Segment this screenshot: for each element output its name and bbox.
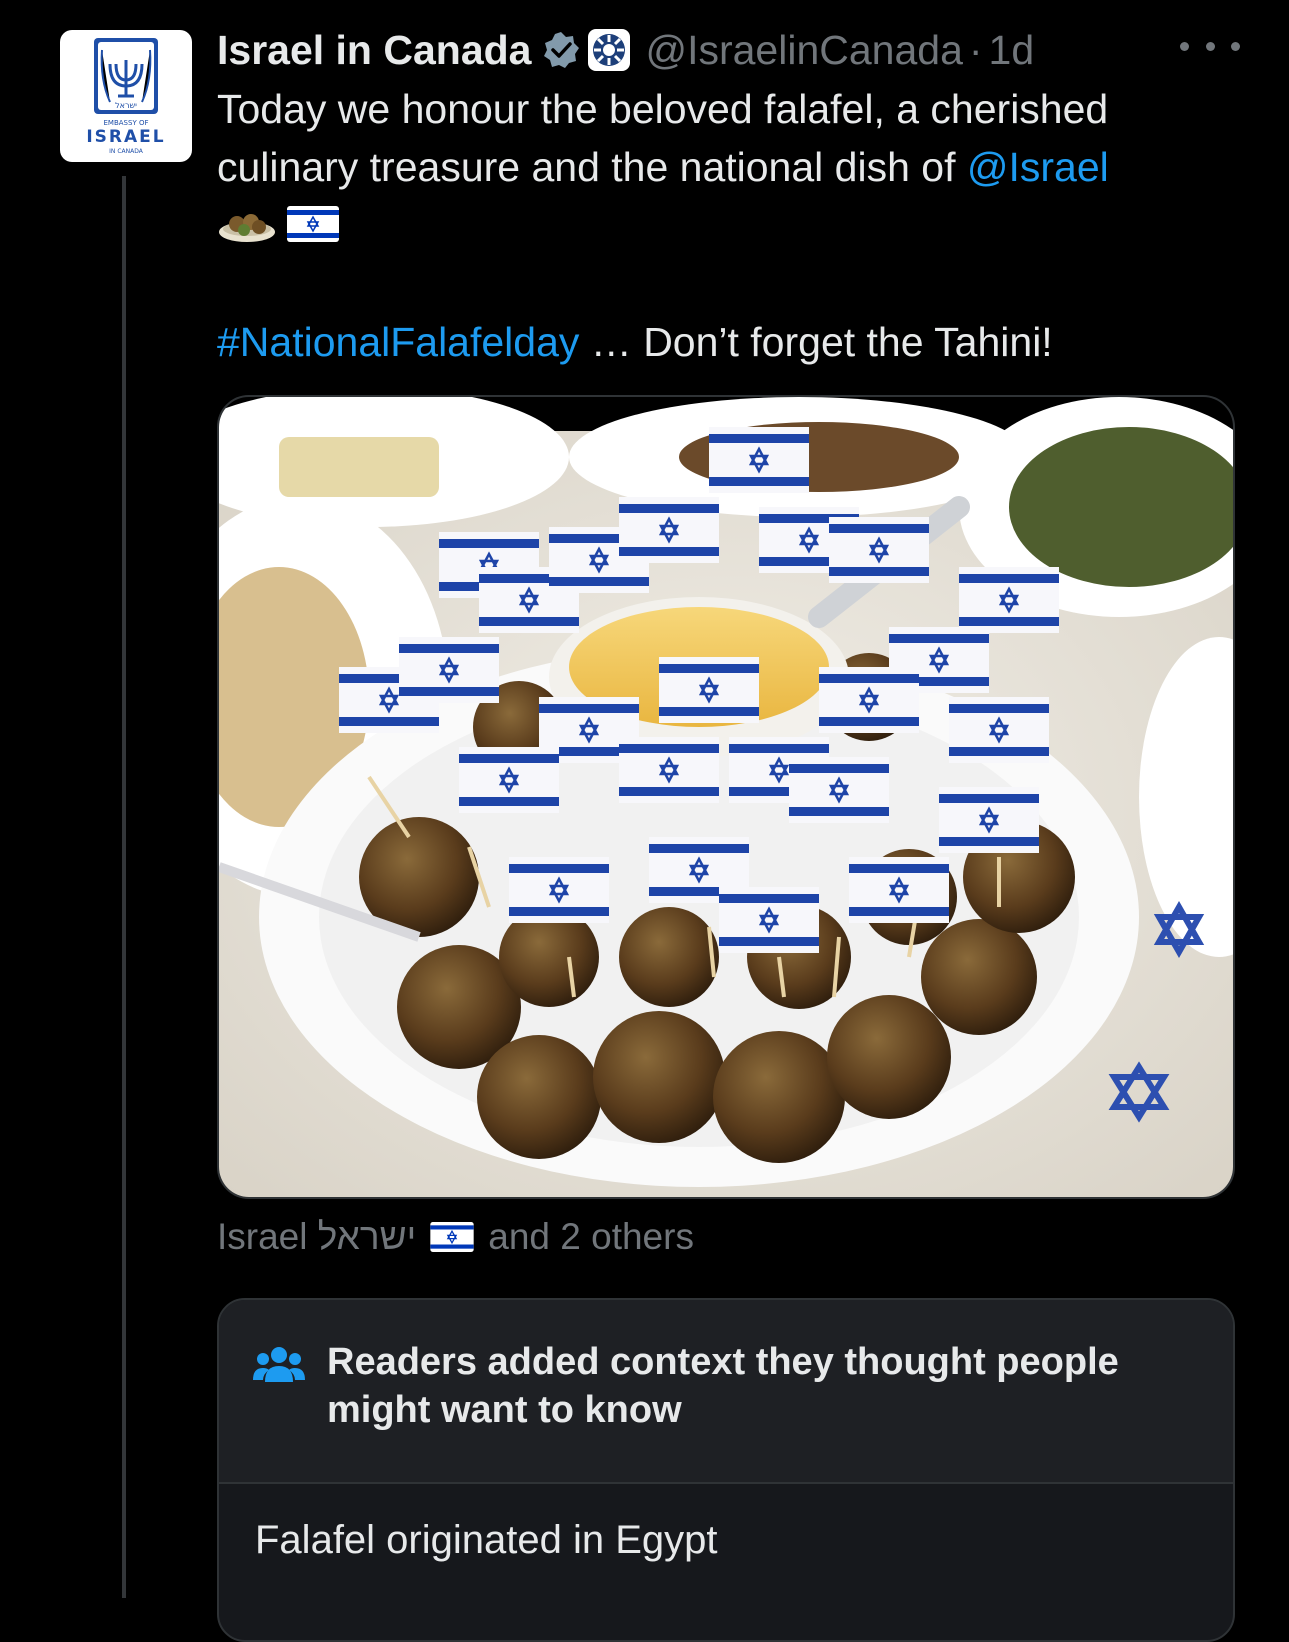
- avatar-line3: IN CANADA: [109, 148, 144, 155]
- post-emojis: [217, 204, 339, 244]
- more-options-icon[interactable]: [1180, 34, 1240, 58]
- israel-flag-icon: [430, 1222, 474, 1252]
- separator-dot: ·: [968, 26, 983, 73]
- more-dot: [1205, 41, 1215, 51]
- author-display-name[interactable]: Israel in Canada: [217, 27, 531, 74]
- more-dot: [1231, 41, 1240, 51]
- more-dot: [1180, 41, 1189, 51]
- svg-text:ישראל: ישראל: [115, 101, 137, 110]
- mention-link[interactable]: @Israel: [967, 144, 1109, 190]
- embassy-emblem-icon: ישראל EMBASSY OF ISRAEL IN CANADA: [86, 38, 165, 155]
- community-note-body: Falafel originated in Egypt: [255, 1518, 718, 1562]
- community-note-header: Readers added context they thought peopl…: [219, 1300, 1233, 1484]
- falafel-photo[interactable]: [219, 397, 1233, 1197]
- post-header: Israel in Canada @IsraelinCanada · 1d: [217, 22, 1034, 78]
- avatar-line2: ISRAEL: [86, 127, 165, 147]
- verified-badge-icon[interactable]: [541, 30, 581, 70]
- liked-by-row[interactable]: Israel ישראל and 2 others: [217, 1216, 694, 1258]
- avatar-line1: EMBASSY OF: [104, 119, 149, 127]
- israel-flag-icon: [287, 206, 339, 242]
- author-handle[interactable]: @IsraelinCanada: [645, 27, 962, 74]
- community-note-title: Readers added context they thought peopl…: [327, 1341, 1119, 1431]
- avatar[interactable]: ישראל EMBASSY OF ISRAEL IN CANADA: [60, 30, 192, 162]
- affiliation-emblem-icon[interactable]: [587, 28, 631, 72]
- liked-by-name[interactable]: Israel ישראל: [217, 1216, 416, 1258]
- hashtag-link[interactable]: #NationalFalafelday: [217, 319, 579, 365]
- people-group-icon: [253, 1347, 305, 1382]
- post-timestamp[interactable]: 1d: [989, 27, 1035, 74]
- post-text: Today we honour the beloved falafel, a c…: [217, 80, 1217, 196]
- post-media-card[interactable]: [217, 395, 1235, 1199]
- falafel-emoji-icon: [219, 214, 275, 242]
- hashtag-trailing-text: … Don’t forget the Tahini!: [579, 319, 1053, 365]
- hashtag-line: #NationalFalafelday … Don’t forget the T…: [217, 313, 1053, 371]
- community-note[interactable]: Readers added context they thought peopl…: [217, 1298, 1235, 1642]
- liked-by-suffix[interactable]: and 2 others: [488, 1216, 694, 1258]
- thread-line: [122, 176, 126, 1598]
